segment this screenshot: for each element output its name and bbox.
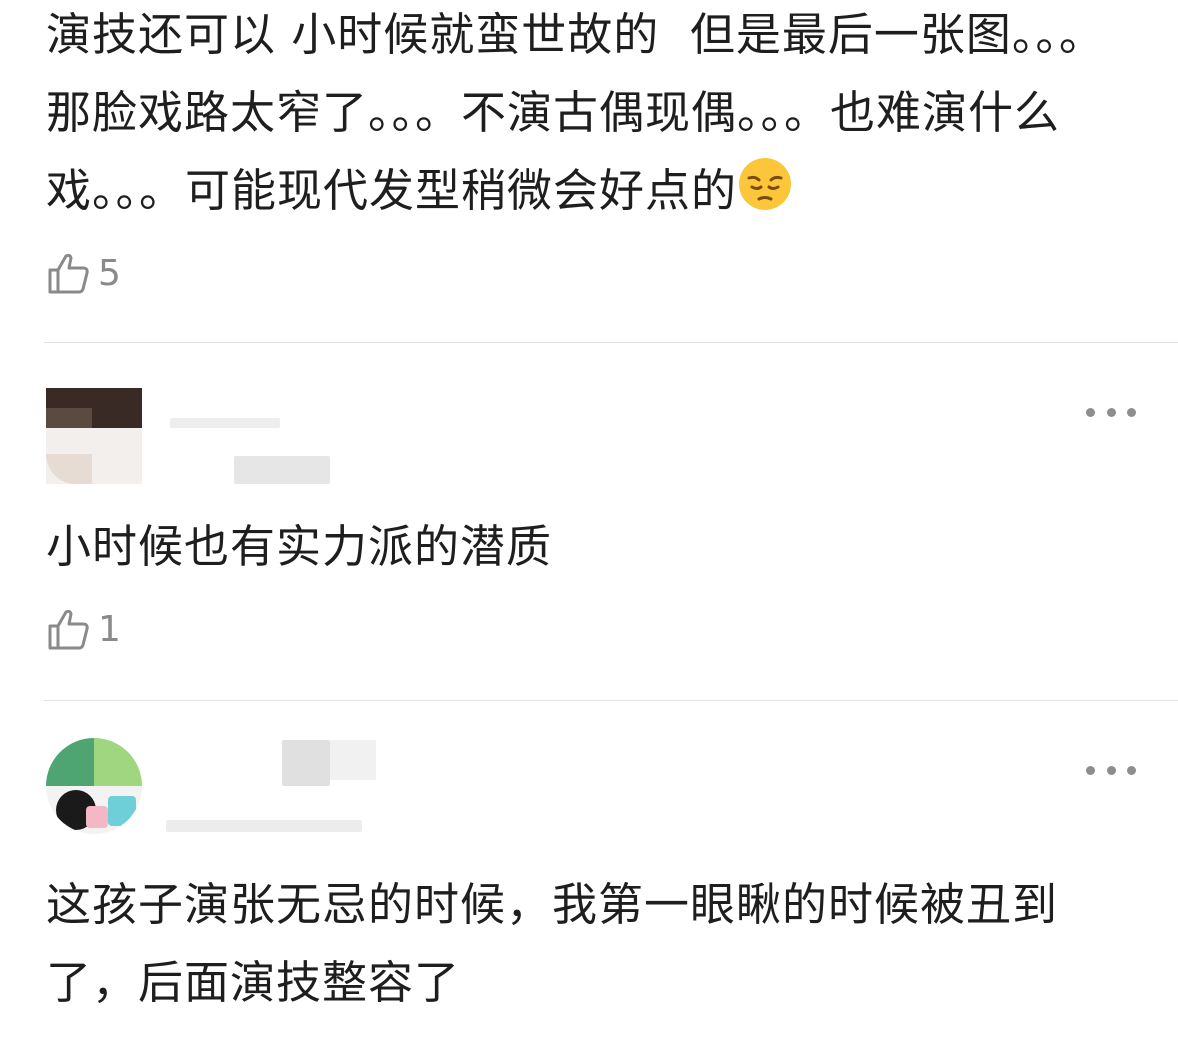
more-options-button[interactable]: [1086, 402, 1136, 422]
comment-text: 这孩子演张无忌的时候，我第一眼瞅的时候被丑到了，后面演技整容了: [46, 878, 1059, 1009]
pensive-face-emoji: [739, 158, 792, 210]
comment-text: 小时候也有实力派的潜质: [46, 520, 553, 573]
more-options-button[interactable]: [1086, 760, 1136, 780]
thumbs-up-icon: [48, 609, 89, 650]
avatar[interactable]: [46, 738, 142, 834]
username-redacted: [330, 740, 376, 780]
timestamp-redacted: [234, 456, 330, 484]
divider: [44, 342, 1178, 343]
comment-text: 演技还可以 小时候就蛮世故的 但是最后一张图。。。那脸戏路太窄了。。。不演古偶现…: [46, 0, 1126, 230]
like-count: 1: [98, 608, 121, 650]
username-redacted: [170, 418, 280, 428]
more-dot-icon: [1106, 407, 1116, 417]
more-dot-icon: [1127, 765, 1136, 775]
comment-body: 演技还可以 小时候就蛮世故的 但是最后一张图。。。那脸戏路太窄了。。。不演古偶现…: [46, 8, 1105, 217]
more-dot-icon: [1086, 765, 1095, 775]
more-dot-icon: [1086, 407, 1095, 417]
thumbs-up-icon: [48, 253, 89, 294]
timestamp-redacted: [166, 820, 362, 832]
more-dot-icon: [1106, 765, 1116, 775]
avatar[interactable]: [46, 388, 142, 484]
like-count: 5: [98, 252, 121, 294]
username-redacted: [282, 740, 330, 786]
divider: [44, 700, 1178, 701]
more-dot-icon: [1127, 407, 1136, 417]
like-button[interactable]: 5: [46, 250, 121, 296]
like-button[interactable]: 1: [46, 606, 121, 652]
